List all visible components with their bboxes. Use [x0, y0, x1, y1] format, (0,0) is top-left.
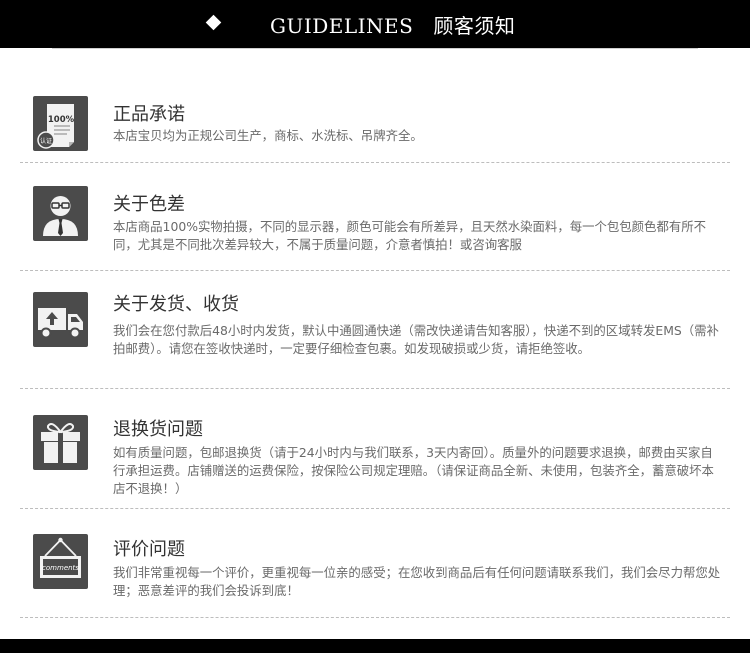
section-divider [20, 388, 730, 389]
certificate-percent: 100% [48, 115, 75, 125]
section-title: 退换货问题 [113, 419, 203, 440]
section-text: 如有质量问题，包邮退换货（请于24小时内与我们联系，3天内寄回）。质量外的问题要… [113, 445, 714, 496]
section-title: 关于色差 [113, 194, 185, 215]
page-title: GUIDELINES 顾客须知 [270, 10, 515, 39]
section-divider [20, 508, 730, 509]
gift-box-icon [33, 415, 88, 470]
comments-sign-label: comments [42, 564, 79, 572]
delivery-truck-icon [33, 292, 88, 347]
footer-bar [0, 639, 750, 653]
person-glasses-icon [33, 186, 88, 241]
certificate-icon: 100% 认证 [33, 96, 88, 151]
section-text: 本店商品100%实物拍摄，不同的显示器，颜色可能会有所差异，且天然水染面料，每一… [113, 219, 707, 252]
header-banner: GUIDELINES 顾客须知 [0, 0, 750, 48]
title-english: GUIDELINES [270, 14, 414, 38]
section-text: 本店宝贝均为正规公司生产，商标、水洗标、吊牌齐全。 [113, 128, 423, 143]
section-divider [20, 162, 730, 163]
section-divider [20, 270, 730, 271]
section-title: 关于发货、收货 [113, 294, 239, 315]
section-title: 评价问题 [113, 539, 185, 560]
title-chinese: 顾客须知 [433, 14, 516, 38]
section-text: 我们会在您付款后48小时内发货，默认中通圆通快递（需改快递请告知客服），快递不到… [113, 323, 719, 356]
certificate-stamp: 认证 [40, 137, 52, 145]
section-title: 正品承诺 [113, 104, 185, 125]
section-text: 我们非常重视每一个评价，更重视每一位亲的感受；在您收到商品后有任何问题请联系我们… [113, 565, 721, 598]
header-rule [52, 48, 698, 49]
comments-sign-icon: comments [33, 534, 88, 589]
diamond-icon [205, 14, 222, 31]
section-divider [20, 617, 730, 618]
